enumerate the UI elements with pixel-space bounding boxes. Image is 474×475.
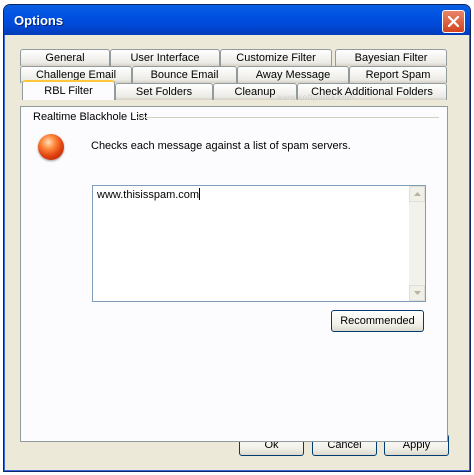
rbl-filter-panel: Realtime Blackhole List Checks each mess…: [20, 106, 448, 442]
tab-label: Bayesian Filter: [354, 52, 428, 64]
tab-label: Customize Filter: [236, 52, 316, 64]
title-bar[interactable]: Options: [4, 5, 470, 35]
tab-label: Set Folders: [135, 86, 193, 98]
tab-away-message[interactable]: Away Message: [237, 66, 349, 83]
tab-user-interface[interactable]: User Interface: [110, 49, 220, 66]
scroll-down-button[interactable]: [409, 285, 425, 301]
arrow-down-icon: [413, 291, 421, 295]
server-list-value: www.thisisspam.com: [97, 188, 201, 201]
tab-bayesian-filter[interactable]: Bayesian Filter: [335, 49, 447, 66]
tab-label: User Interface: [130, 52, 200, 64]
options-window: Options General User Interface Customize…: [3, 4, 471, 472]
dialog-body: General User Interface Customize Filter …: [7, 35, 467, 468]
server-list-textarea[interactable]: www.thisisspam.com: [92, 185, 426, 302]
tab-label: General: [45, 52, 85, 64]
tab-label: RBL Filter: [44, 85, 93, 97]
window-title: Options: [14, 13, 64, 28]
tab-bounce-email[interactable]: Bounce Email: [132, 66, 237, 83]
close-icon: [448, 16, 459, 27]
tab-label: Away Message: [255, 69, 331, 81]
arrow-up-icon: [413, 192, 421, 196]
tab-rbl-filter[interactable]: RBL Filter: [22, 80, 115, 100]
vertical-scrollbar[interactable]: [409, 186, 425, 301]
tab-customize-filter[interactable]: Customize Filter: [220, 49, 332, 66]
close-button[interactable]: [442, 10, 465, 33]
tab-label: Cleanup: [234, 86, 276, 98]
recommended-button[interactable]: Recommended: [331, 310, 424, 332]
red-orb-icon: [38, 134, 64, 160]
tab-set-folders[interactable]: Set Folders: [115, 83, 213, 100]
description-text: Checks each message against a list of sp…: [91, 140, 351, 152]
group-label: Realtime Blackhole List: [33, 111, 148, 123]
tab-report-spam[interactable]: Report Spam: [349, 66, 447, 83]
tab-label: Report Spam: [365, 69, 431, 81]
watermark: www.softpedia.com: [277, 93, 355, 102]
group-divider: [137, 117, 439, 118]
tab-label: Bounce Email: [150, 69, 219, 81]
text-caret: [199, 188, 201, 200]
tab-general[interactable]: General: [20, 49, 110, 66]
scroll-up-button[interactable]: [409, 186, 425, 202]
